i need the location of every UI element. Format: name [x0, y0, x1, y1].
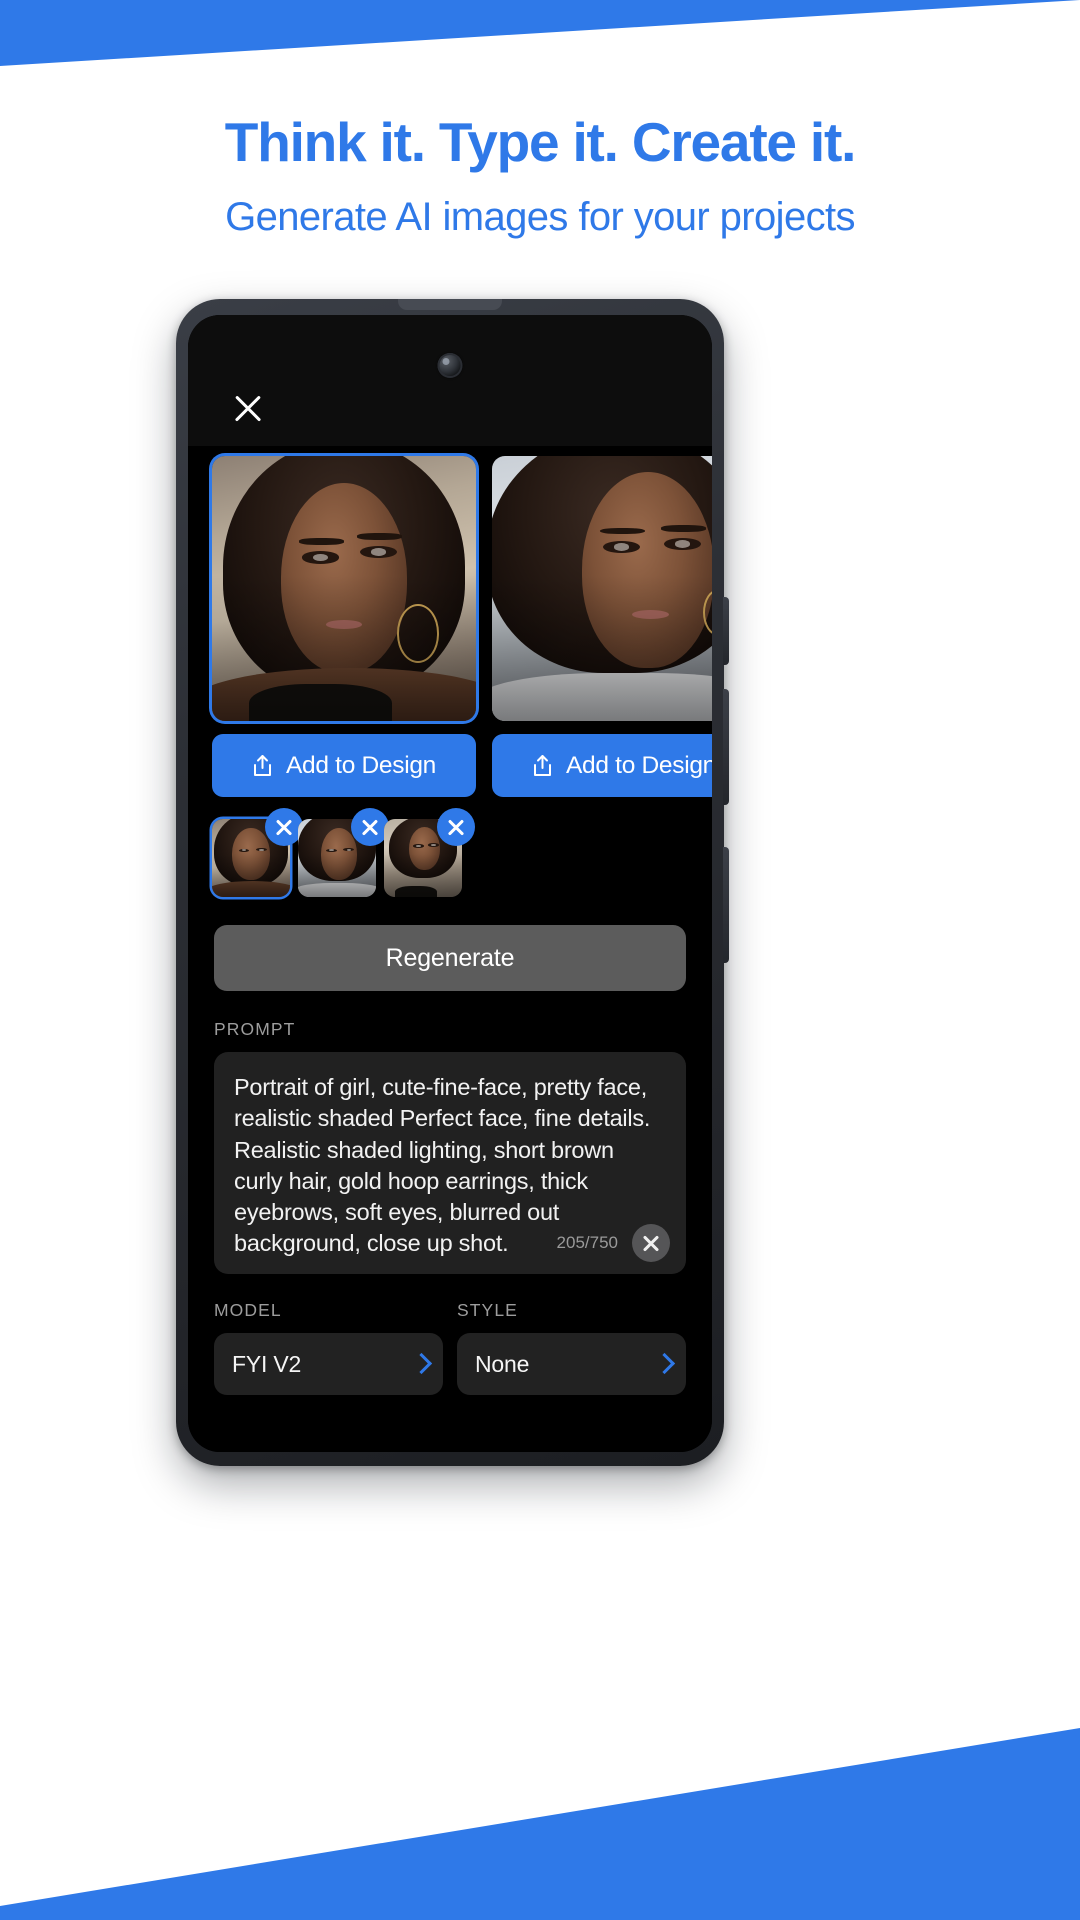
phone-side-button-mute [723, 597, 729, 665]
add-to-design-label-1: Add to Design [285, 751, 436, 779]
character-counter: 205/750 [556, 1233, 618, 1252]
selectors-row: MODEL FYI V2 STYLE None [188, 1274, 712, 1395]
phone-earpiece [398, 299, 502, 310]
prompt-label: PROMPT [214, 1019, 296, 1039]
style-value: None [475, 1350, 530, 1377]
phone-side-button-volume [723, 689, 729, 805]
style-label: STYLE [457, 1300, 518, 1320]
decorative-band-bottom [0, 1728, 1080, 1920]
close-icon[interactable] [226, 386, 270, 430]
portrait-artwork [212, 456, 476, 721]
hero-text-block: Think it. Type it. Create it. Generate A… [0, 110, 1080, 241]
phone-screen: Add to Design Add to Design Regenerate P… [188, 315, 712, 1452]
thumbnail-item-3 [384, 808, 475, 897]
result-image-2[interactable] [492, 456, 712, 721]
add-to-design-button-2[interactable]: Add to Design [492, 734, 712, 797]
app-header [188, 315, 712, 446]
add-to-design-button-1[interactable]: Add to Design [212, 734, 476, 797]
chevron-right-icon [413, 1352, 427, 1376]
add-to-design-label-2: Add to Design [565, 751, 712, 779]
prompt-input[interactable]: Portrait of girl, cute-fine-face, pretty… [214, 1052, 686, 1274]
results-row: Add to Design Add to Design [188, 446, 712, 797]
front-camera-icon [437, 353, 463, 378]
model-selector[interactable]: FYI V2 [214, 1333, 443, 1395]
phone-mockup: Add to Design Add to Design Regenerate P… [176, 299, 729, 1466]
share-upload-icon [532, 754, 553, 778]
result-image-1[interactable] [212, 456, 476, 721]
share-upload-icon [252, 754, 273, 778]
remove-thumbnail-3-icon[interactable] [437, 808, 475, 846]
style-selector[interactable]: None [457, 1333, 686, 1395]
decorative-band-top [0, 0, 1080, 66]
portrait-artwork [492, 456, 712, 721]
regenerate-section: Regenerate [188, 897, 712, 991]
chevron-right-icon [656, 1352, 670, 1376]
page-subtitle: Generate AI images for your projects [225, 194, 855, 239]
model-selector-group: MODEL FYI V2 [214, 1300, 443, 1395]
model-label: MODEL [214, 1300, 282, 1320]
result-card-2: Add to Design [492, 456, 712, 797]
page-root: Think it. Type it. Create it. Generate A… [0, 0, 1080, 1920]
phone-side-button-power [723, 847, 729, 963]
model-value: FYI V2 [232, 1350, 302, 1377]
page-title: Think it. Type it. Create it. [224, 111, 857, 173]
result-card-1: Add to Design [212, 456, 476, 797]
thumbnail-item-2 [298, 808, 389, 897]
prompt-section: PROMPT Portrait of girl, cute-fine-face,… [188, 991, 712, 1274]
app-body: Add to Design Add to Design Regenerate P… [188, 446, 712, 1452]
regenerate-button[interactable]: Regenerate [214, 925, 686, 991]
prompt-footer: 205/750 [557, 1224, 670, 1262]
thumbnail-item-1 [212, 808, 303, 897]
thumbnail-strip [188, 797, 712, 897]
style-selector-group: STYLE None [457, 1300, 686, 1395]
clear-prompt-icon[interactable] [632, 1224, 670, 1262]
